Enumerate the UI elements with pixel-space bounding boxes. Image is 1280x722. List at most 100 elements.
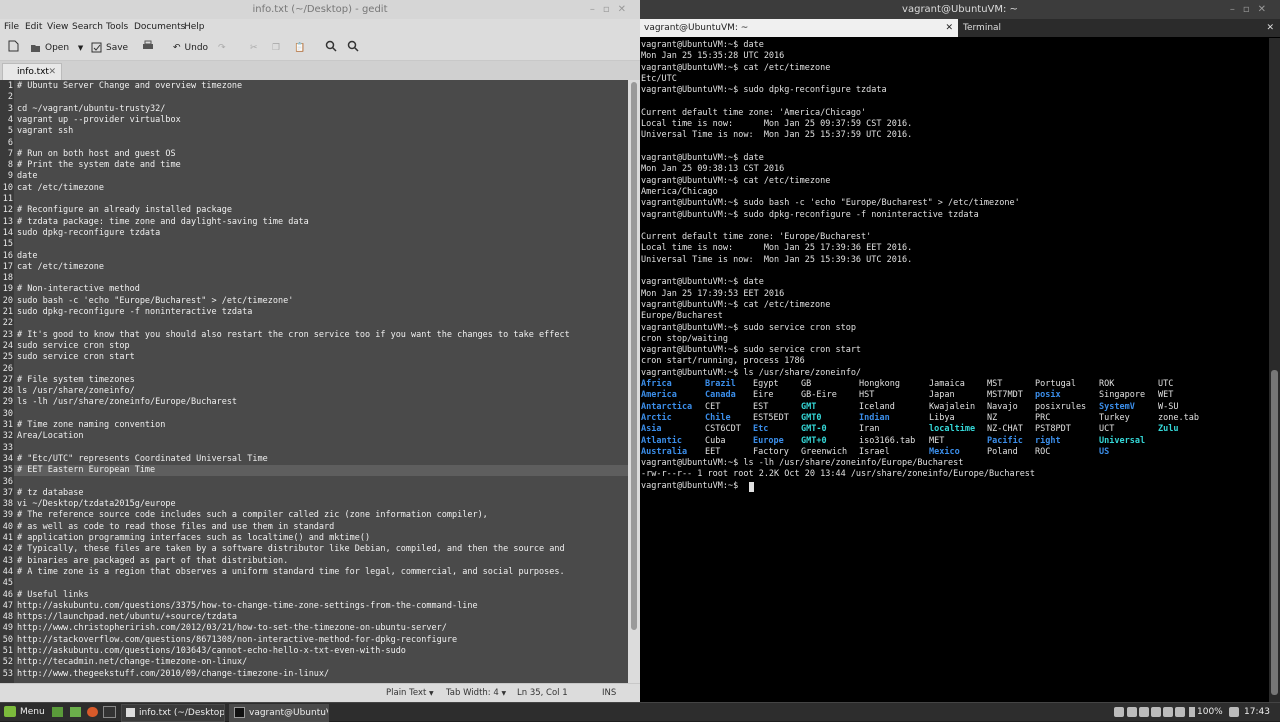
battery-indicator[interactable]: 100%: [1189, 705, 1223, 719]
bluetooth-icon[interactable]: [1139, 707, 1149, 717]
tab-vagrant[interactable]: vagrant@UbuntuVM: ~ ✕: [640, 19, 958, 37]
print-button[interactable]: [142, 40, 154, 56]
code-line: # File system timezones: [17, 374, 135, 385]
task-gedit[interactable]: info.txt (~/Desktop) ...: [121, 704, 225, 722]
chevron-down-icon: ▼: [501, 690, 507, 697]
line-number: 4: [7, 114, 13, 125]
find-replace-button[interactable]: [347, 40, 359, 56]
search-icon: [325, 40, 337, 52]
tray-icon[interactable]: [1229, 707, 1239, 717]
close-icon[interactable]: ✕: [945, 19, 953, 37]
terminal-line: vagrant@UbuntuVM:~$ sudo dpkg-reconfigur…: [641, 85, 887, 96]
undo-button[interactable]: ↶ Undo: [173, 40, 208, 56]
new-button[interactable]: [7, 40, 19, 56]
code-line: # Print the system date and time: [17, 160, 181, 171]
browser-icon[interactable]: [87, 705, 98, 719]
ls-entry: Indian: [859, 412, 890, 423]
redo-button[interactable]: ↷: [218, 40, 226, 56]
code-line: # Reconfigure an already installed packa…: [17, 205, 232, 216]
clock[interactable]: 17:43: [1244, 705, 1270, 719]
ls-entry: Eire: [753, 390, 774, 401]
tab-info-txt[interactable]: info.txt ✕: [2, 63, 62, 81]
menu-edit[interactable]: Edit: [25, 22, 42, 32]
ls-entry: Africa: [641, 379, 672, 389]
code-line: # It's good to know that you should also…: [17, 329, 570, 340]
line-number: 19: [2, 284, 13, 295]
code-line: sudo dpkg-reconfigure tzdata: [17, 227, 161, 238]
menu-help[interactable]: Help: [184, 22, 205, 32]
terminal-launcher-icon[interactable]: [103, 705, 116, 719]
volume-icon[interactable]: [1175, 707, 1185, 717]
tray-icon[interactable]: [1127, 707, 1137, 717]
ls-entry: Chile: [705, 412, 731, 423]
menu-tools[interactable]: Tools: [106, 22, 128, 32]
terminal-line: Universal Time is now: Mon Jan 25 15:37:…: [641, 130, 913, 141]
code-line: vagrant ssh: [17, 126, 74, 137]
find-button[interactable]: [325, 40, 337, 56]
ls-entry: Libya: [929, 412, 955, 423]
line-number: 36: [2, 476, 13, 487]
gedit-titlebar[interactable]: info.txt (~/Desktop) - gedit –▫✕: [0, 0, 640, 19]
copy-button[interactable]: ❐: [272, 40, 280, 56]
line-number: 48: [2, 612, 13, 623]
show-desktop-icon[interactable]: [52, 705, 63, 719]
save-button[interactable]: Save: [91, 40, 128, 56]
text-editor[interactable]: 1 2 3 4 5 6 7 8 9 10 11 12 13 14 15 16 17 18 19 20 21 22 23 24 2…: [0, 80, 628, 683]
code-line: sudo dpkg-reconfigure -f noninteractive …: [17, 307, 253, 317]
window-controls[interactable]: –▫✕: [1230, 0, 1274, 19]
code-line: # binaries are packaged as part of that …: [17, 555, 289, 566]
ls-entry: WET: [1158, 390, 1174, 401]
code-line: sudo service cron stop: [17, 340, 130, 351]
ls-entry: W-SU: [1158, 401, 1179, 412]
editor-scrollbar-thumb[interactable]: [631, 82, 637, 630]
terminal-scrollbar-thumb[interactable]: [1271, 370, 1278, 695]
chevron-down-icon[interactable]: ▼: [78, 44, 83, 52]
ls-entry: Atlantic: [641, 435, 682, 446]
tray-icon[interactable]: [1114, 707, 1124, 717]
menu-documents[interactable]: Documents: [134, 22, 185, 32]
line-number: 25: [2, 352, 13, 363]
menu-file[interactable]: File: [4, 22, 19, 32]
paste-button[interactable]: 📋: [294, 40, 305, 56]
menu-button[interactable]: Menu: [4, 705, 45, 719]
ls-entry: MST: [987, 379, 1003, 389]
close-icon[interactable]: ✕: [1266, 19, 1274, 37]
ls-entry: posixrules: [1035, 401, 1087, 412]
ls-entry: UTC: [1158, 379, 1174, 389]
line-number: 1: [7, 81, 13, 91]
cut-button[interactable]: ✂: [250, 40, 258, 56]
terminal-line: vagrant@UbuntuVM:~$ sudo service cron st…: [641, 322, 856, 333]
ls-entry: PST8PDT: [1035, 424, 1071, 435]
code-line: http://askubuntu.com/questions/103643/ca…: [17, 646, 406, 656]
code-line: sudo bash -c 'echo "Europe/Bucharest" > …: [17, 295, 294, 306]
ls-entry: Europe: [753, 435, 784, 446]
task-terminal[interactable]: vagrant@UbuntuV...: [229, 704, 329, 722]
window-title: vagrant@UbuntuVM: ~: [902, 4, 1018, 15]
terminal-titlebar[interactable]: vagrant@UbuntuVM: ~ –▫✕: [640, 0, 1280, 19]
line-number: 27: [2, 374, 13, 385]
ls-entry: localtime: [929, 424, 976, 435]
syntax-selector[interactable]: Plain Text ▼: [386, 688, 434, 698]
open-button[interactable]: Open ▼: [30, 40, 83, 56]
tab-width-selector[interactable]: Tab Width: 4 ▼: [446, 688, 506, 698]
menu-search[interactable]: Search: [72, 22, 103, 32]
ls-entry: ROC: [1035, 446, 1051, 457]
terminal-line: Europe/Bucharest: [641, 311, 723, 322]
close-icon[interactable]: ✕: [48, 64, 56, 80]
ls-entry: GMT+0: [801, 435, 827, 446]
menu-view[interactable]: View: [47, 22, 68, 32]
terminal-output[interactable]: vagrant@UbuntuVM:~$ date Mon Jan 25 15:35…: [640, 38, 1268, 702]
window-controls[interactable]: –▫✕: [590, 0, 634, 19]
code-line: cat /etc/timezone: [17, 182, 104, 193]
ls-entry: Singapore: [1099, 390, 1146, 401]
mint-logo-icon: [4, 706, 16, 717]
files-icon[interactable]: [70, 705, 81, 719]
network-icon[interactable]: [1151, 707, 1161, 717]
tray-icon[interactable]: [1163, 707, 1173, 717]
terminal-line: Local time is now: Mon Jan 25 17:39:36 E…: [641, 243, 913, 254]
tab-terminal[interactable]: Terminal ✕: [960, 19, 1278, 37]
ls-entry: GMT: [801, 401, 817, 412]
text-editor-icon: [126, 708, 135, 717]
line-number: 7: [7, 148, 13, 159]
line-number: 53: [2, 668, 13, 679]
